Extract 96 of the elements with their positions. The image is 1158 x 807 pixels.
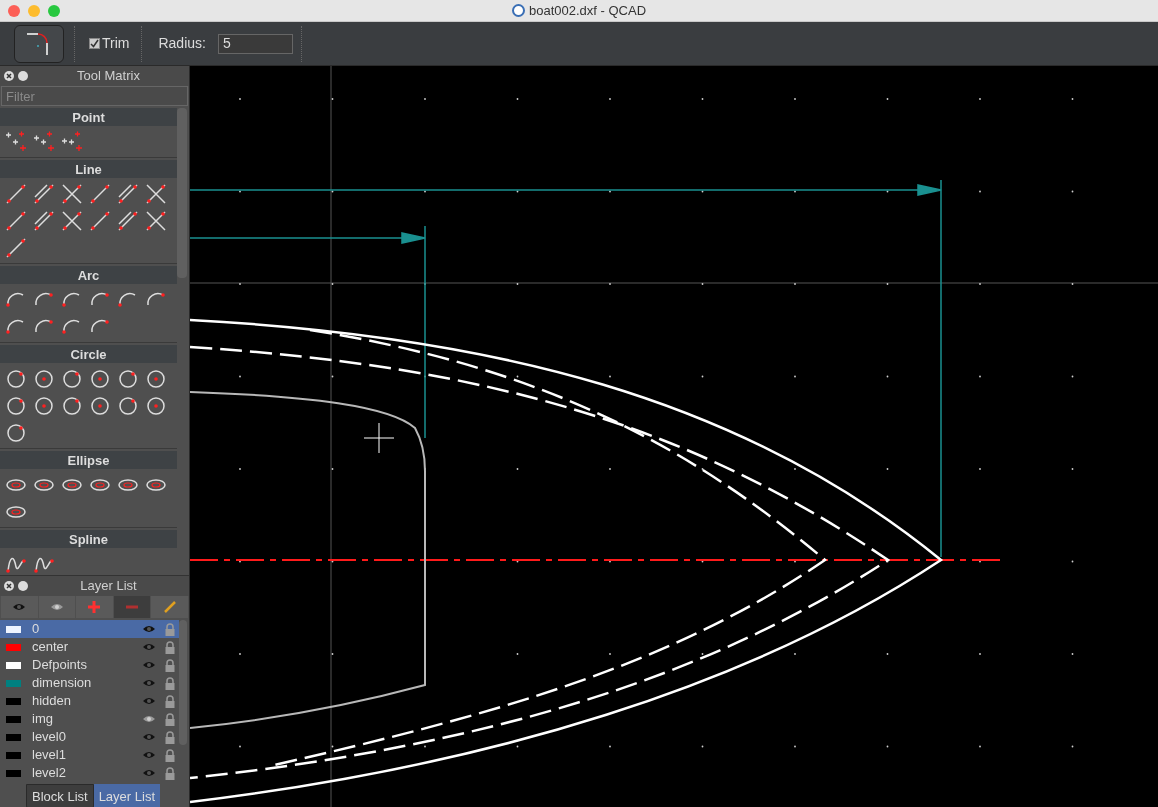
close-icon[interactable] — [4, 71, 14, 81]
dock-tab[interactable]: Layer List — [93, 784, 160, 807]
section-header[interactable]: Line — [0, 160, 177, 178]
show-all-button[interactable] — [1, 596, 38, 618]
eye-icon[interactable] — [142, 660, 156, 670]
tool-icon — [89, 209, 111, 232]
lock-icon[interactable] — [165, 658, 175, 672]
crosshair-cursor — [363, 422, 395, 454]
tool-icon — [5, 182, 27, 205]
eye-icon[interactable] — [142, 642, 156, 652]
eye-icon[interactable] — [142, 696, 156, 706]
section-header[interactable]: Spline — [0, 530, 177, 548]
eye-icon[interactable] — [49, 602, 64, 612]
tool-icon — [5, 394, 27, 417]
checkmark-icon — [90, 39, 99, 48]
tool-icon — [89, 394, 111, 417]
tool-icon — [89, 367, 111, 390]
app-icon — [511, 4, 525, 17]
layer-name: 0 — [32, 620, 41, 639]
tool-icon — [61, 209, 83, 232]
tool-icon — [117, 182, 139, 205]
layer-row[interactable]: Defpoints — [0, 656, 179, 674]
tool-icon — [61, 182, 83, 205]
eye-icon[interactable] — [142, 624, 156, 634]
tool-icon — [33, 367, 55, 390]
plus-icon — [88, 601, 101, 613]
window-title: boat002.dxf - QCAD — [528, 1, 647, 20]
lock-icon[interactable] — [165, 766, 175, 780]
layer-name: hidden — [32, 692, 73, 711]
scrollbar[interactable] — [177, 108, 187, 278]
tool-icon — [117, 209, 139, 232]
tool-icon — [5, 421, 27, 444]
layer-row[interactable]: hidden — [0, 692, 179, 710]
layer-row[interactable]: level2 — [0, 764, 179, 782]
layer-name: level0 — [32, 728, 67, 747]
tool-icon — [5, 367, 27, 390]
tool-icon — [61, 367, 83, 390]
dock-title: Tool Matrix — [76, 67, 141, 86]
layer-row[interactable]: img — [0, 710, 179, 728]
radius-field[interactable]: 5 — [217, 33, 293, 54]
layer-name: img — [32, 710, 54, 729]
section-header[interactable]: Ellipse — [0, 451, 177, 469]
lock-icon[interactable] — [165, 730, 175, 744]
drawing-canvas[interactable] — [190, 66, 1158, 807]
hide-all-button[interactable] — [38, 596, 76, 618]
dock-title: Layer List — [79, 577, 138, 596]
tool-icon — [33, 394, 55, 417]
layer-name: level1 — [32, 746, 67, 765]
tool-icon — [61, 130, 83, 153]
lock-icon[interactable] — [165, 694, 175, 708]
fillet-tool-button[interactable] — [14, 24, 64, 63]
layer-row[interactable]: center — [0, 638, 179, 656]
tool-icon — [89, 182, 111, 205]
tool-icon — [117, 394, 139, 417]
close-icon[interactable] — [4, 581, 14, 591]
edit-layer-button[interactable] — [151, 596, 188, 618]
layer-row[interactable]: level0 — [0, 728, 179, 746]
eye-icon[interactable] — [142, 732, 156, 742]
radius-label: Radius: — [158, 34, 206, 53]
tool-icon — [33, 182, 55, 205]
trim-checkbox[interactable]: Trim — [89, 33, 130, 54]
tool-icon — [33, 130, 55, 153]
eye-icon[interactable] — [142, 768, 156, 778]
eye-icon[interactable] — [142, 714, 156, 724]
lock-icon[interactable] — [165, 676, 175, 690]
filter-field[interactable]: Filter — [1, 86, 188, 106]
tool-icon — [145, 394, 167, 417]
layer-row[interactable]: 0 — [0, 620, 179, 638]
eye-icon[interactable] — [12, 602, 27, 612]
layer-name: center — [32, 638, 70, 657]
section-header[interactable]: Circle — [0, 345, 177, 363]
pencil-icon — [163, 601, 176, 613]
eye-icon[interactable] — [142, 750, 156, 760]
layer-name: Defpoints — [32, 656, 88, 675]
layer-row[interactable]: level1 — [0, 746, 179, 764]
dock-tab[interactable]: Block List — [26, 784, 94, 807]
section-header[interactable]: Point — [0, 108, 177, 126]
tool-icon — [5, 130, 27, 153]
lock-icon[interactable] — [165, 712, 175, 726]
scrollbar[interactable] — [179, 620, 187, 745]
tool-icon — [145, 367, 167, 390]
tool-icon — [145, 182, 167, 205]
layer-name: level2 — [32, 764, 67, 783]
lock-icon[interactable] — [165, 748, 175, 762]
layer-row[interactable]: dimension — [0, 674, 179, 692]
tool-icon — [5, 236, 27, 259]
eye-icon[interactable] — [142, 678, 156, 688]
section-header[interactable]: Arc — [0, 266, 177, 284]
layer-name: dimension — [32, 674, 93, 693]
tool-icon — [5, 209, 27, 232]
minus-icon — [126, 605, 139, 609]
lock-icon[interactable] — [165, 640, 175, 654]
tool-icon — [145, 209, 167, 232]
tool-icon — [33, 209, 55, 232]
tool-icon — [61, 394, 83, 417]
tool-icon — [117, 367, 139, 390]
